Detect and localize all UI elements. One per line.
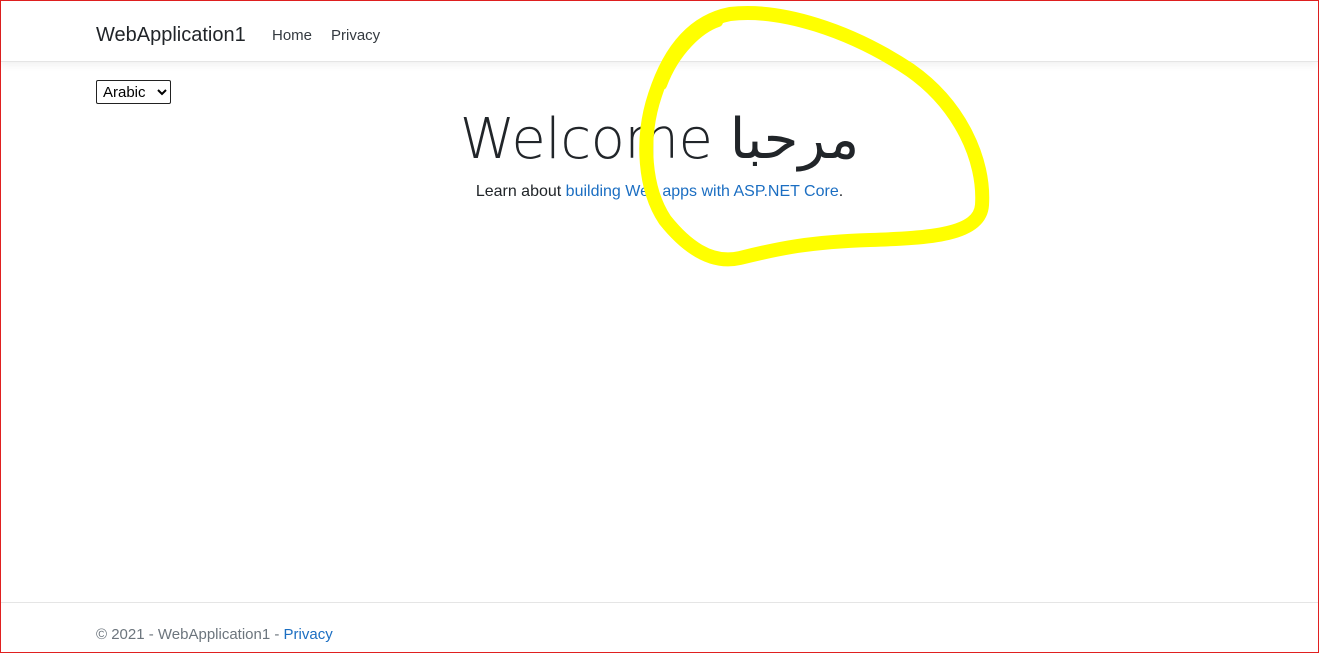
aspnet-docs-link[interactable]: building Web apps with ASP.NET Core [566,183,839,200]
footer-text: © 2021 - WebApplication1 - Privacy [96,625,333,645]
language-select[interactable]: Arabic [96,80,171,104]
window-frame [0,0,1319,653]
brand-link[interactable]: WebApplication1 [96,22,246,48]
lead-suffix: . [838,183,844,200]
footer-copyright: © 2021 - WebApplication1 - [96,626,284,643]
page-heading: Welcome مرحبا [459,107,860,172]
nav-privacy-link[interactable]: Privacy [331,26,380,46]
nav-home-link[interactable]: Home [272,26,312,46]
footer-privacy-link[interactable]: Privacy [284,626,333,643]
lead-text: Learn about building Web apps with ASP.N… [0,181,1319,203]
page-footer: © 2021 - WebApplication1 - Privacy [1,602,1318,652]
top-navbar: WebApplication1 Home Privacy [1,1,1318,62]
lead-prefix: Learn about [475,183,566,200]
